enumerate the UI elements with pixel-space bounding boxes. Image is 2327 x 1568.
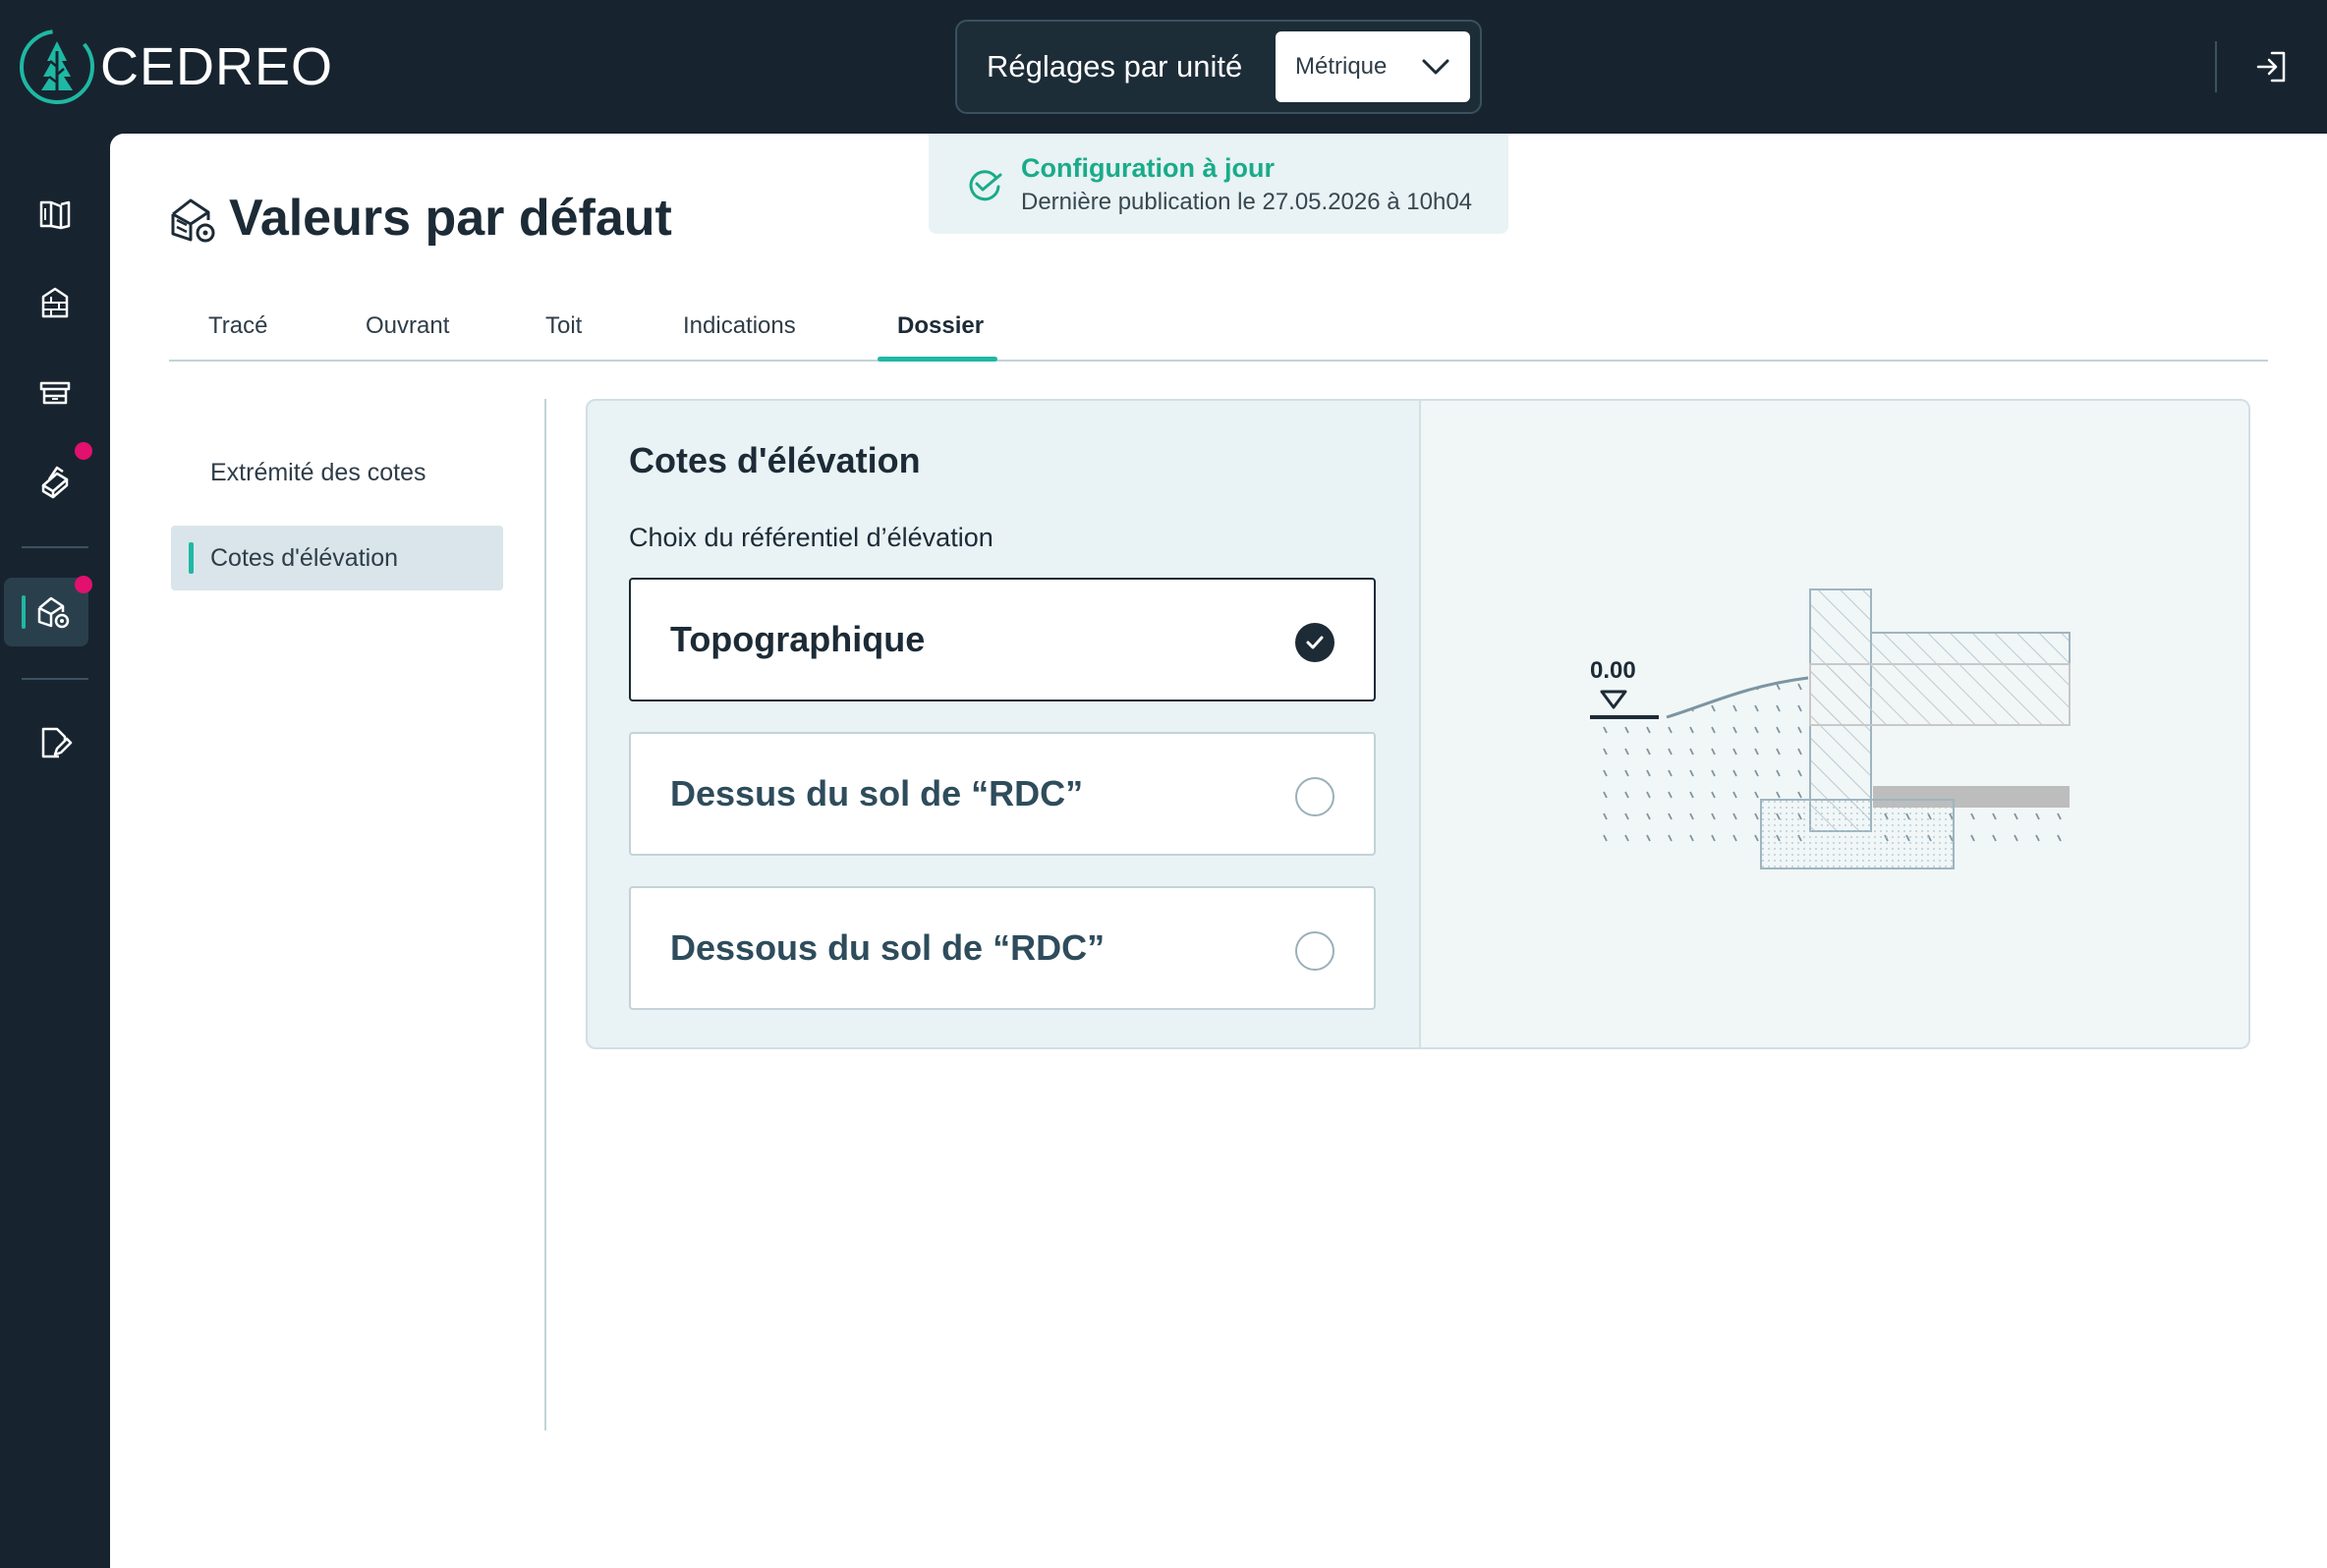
level-label: 0.00 — [1590, 657, 1636, 684]
status-title: Configuration à jour — [1021, 153, 1275, 183]
book-icon — [39, 200, 71, 230]
cloud-check-icon — [969, 170, 1002, 201]
tab-trace[interactable]: Tracé — [208, 312, 267, 340]
cedreo-logo[interactable]: CEDREO — [18, 26, 333, 108]
elevation-settings-card: Cotes d'élévation Choix du référentiel d… — [586, 399, 2250, 1049]
unit-system-value: Métrique — [1295, 53, 1388, 80]
subnav-item-dimension-ends[interactable]: Extrémité des cotes — [171, 440, 503, 505]
sidebar-item-furniture[interactable] — [20, 362, 90, 424]
top-divider — [2215, 41, 2217, 92]
vertical-divider — [544, 399, 546, 1430]
subnav-item-elevation-dimensions[interactable]: Cotes d'élévation — [171, 526, 503, 590]
option-label: Dessus du sol de “RDC” — [670, 773, 1084, 813]
logout-icon[interactable] — [2252, 47, 2292, 86]
page-title: Valeurs par défaut — [229, 190, 672, 247]
top-bar: CEDREO Réglages par unité Métrique — [0, 0, 2327, 134]
option-topographique[interactable]: Topographique — [629, 578, 1376, 701]
edit-document-icon — [41, 727, 73, 758]
cedreo-logo-icon — [20, 29, 94, 104]
active-indicator — [189, 542, 194, 574]
sidebar-item-edit[interactable] — [20, 711, 90, 774]
active-indicator — [22, 595, 26, 629]
notification-badge — [75, 576, 92, 593]
tab-dossier[interactable]: Dossier — [897, 312, 984, 340]
radio-checked[interactable] — [1295, 623, 1334, 662]
subnav-label: Extrémité des cotes — [210, 458, 426, 486]
radio-unchecked[interactable] — [1295, 931, 1334, 971]
unit-settings-label: Réglages par unité — [987, 49, 1243, 84]
sidebar-divider — [22, 546, 88, 548]
unit-system-select[interactable]: Métrique — [1276, 31, 1470, 102]
card-title: Cotes d'élévation — [629, 440, 921, 480]
tab-ouvrant[interactable]: Ouvrant — [366, 312, 449, 340]
status-banner: Configuration à jour Dernière publicatio… — [929, 134, 1508, 234]
sidebar — [0, 134, 110, 1568]
house-settings-icon — [171, 198, 215, 243]
radio-unchecked[interactable] — [1295, 777, 1334, 816]
subnav-label: Cotes d'élévation — [210, 543, 399, 572]
unit-settings: Réglages par unité Métrique — [955, 20, 1482, 114]
option-top-of-ground-floor[interactable]: Dessus du sol de “RDC” — [629, 732, 1376, 856]
house-settings-icon — [37, 596, 70, 629]
tab-toit[interactable]: Toit — [545, 312, 582, 340]
sidebar-item-walls[interactable] — [20, 271, 90, 334]
storage-icon — [39, 381, 71, 405]
option-bottom-of-ground-floor[interactable]: Dessous du sol de “RDC” — [629, 886, 1376, 1010]
status-subtitle: Dernière publication le 27.05.2026 à 10h… — [1021, 189, 1473, 215]
elevation-preview: 0.00 — [1419, 401, 2248, 1047]
sidebar-item-catalog[interactable] — [20, 183, 90, 246]
check-icon — [1306, 636, 1324, 649]
sidebar-divider — [22, 678, 88, 680]
option-label: Dessous du sol de “RDC” — [670, 927, 1106, 968]
tab-bar: Tracé Ouvrant Toit Indications Dossier — [169, 295, 2268, 362]
layers-icon — [41, 466, 69, 499]
chevron-down-icon — [1422, 59, 1449, 75]
elevation-diagram: 0.00 — [1590, 588, 2071, 869]
active-tab-indicator — [878, 357, 997, 362]
tab-indications[interactable]: Indications — [683, 312, 796, 340]
logo-text: CEDREO — [100, 37, 334, 96]
notification-badge — [75, 442, 92, 460]
sidebar-item-materials[interactable] — [20, 450, 90, 513]
card-subtitle: Choix du référentiel d’élévation — [629, 523, 993, 552]
wall-icon — [41, 287, 69, 318]
option-label: Topographique — [670, 619, 926, 659]
